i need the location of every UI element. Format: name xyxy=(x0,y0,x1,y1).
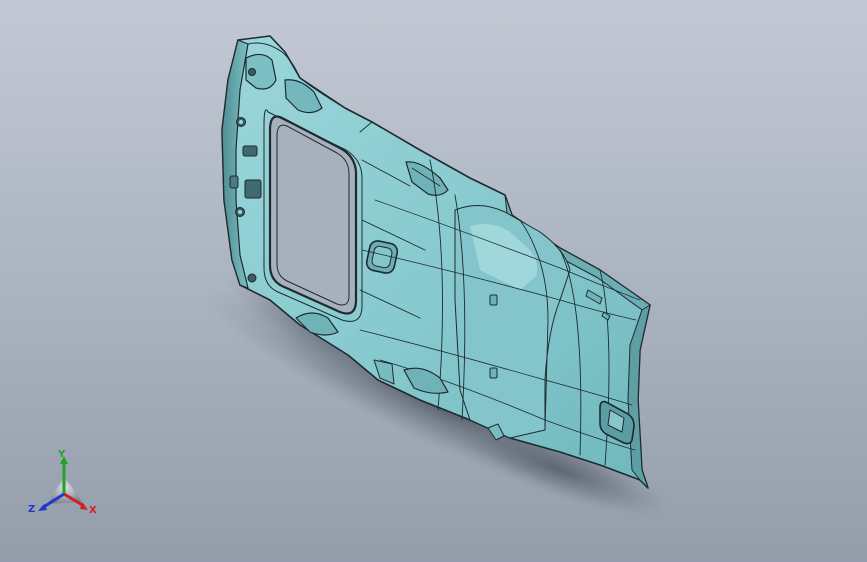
clip-slot-1 xyxy=(489,294,498,306)
graphics-viewport[interactable]: Y Z X xyxy=(0,0,867,562)
mount-hole-1-inner xyxy=(239,120,243,124)
front-slot-2 xyxy=(244,179,262,199)
z-axis-label: Z xyxy=(28,504,36,515)
y-axis-label: Y xyxy=(58,449,66,460)
dome-light-inner xyxy=(371,245,393,269)
model-view[interactable] xyxy=(0,0,867,562)
clip-slot-2 xyxy=(489,367,498,379)
mount-hole-4 xyxy=(248,68,256,76)
orientation-triad: Y Z X xyxy=(28,448,104,524)
x-axis-label: X xyxy=(89,505,97,516)
mount-hole-2-inner xyxy=(238,210,242,214)
mount-hole-3 xyxy=(247,273,257,283)
front-slot-3 xyxy=(229,175,239,189)
front-slot-1 xyxy=(242,145,258,157)
